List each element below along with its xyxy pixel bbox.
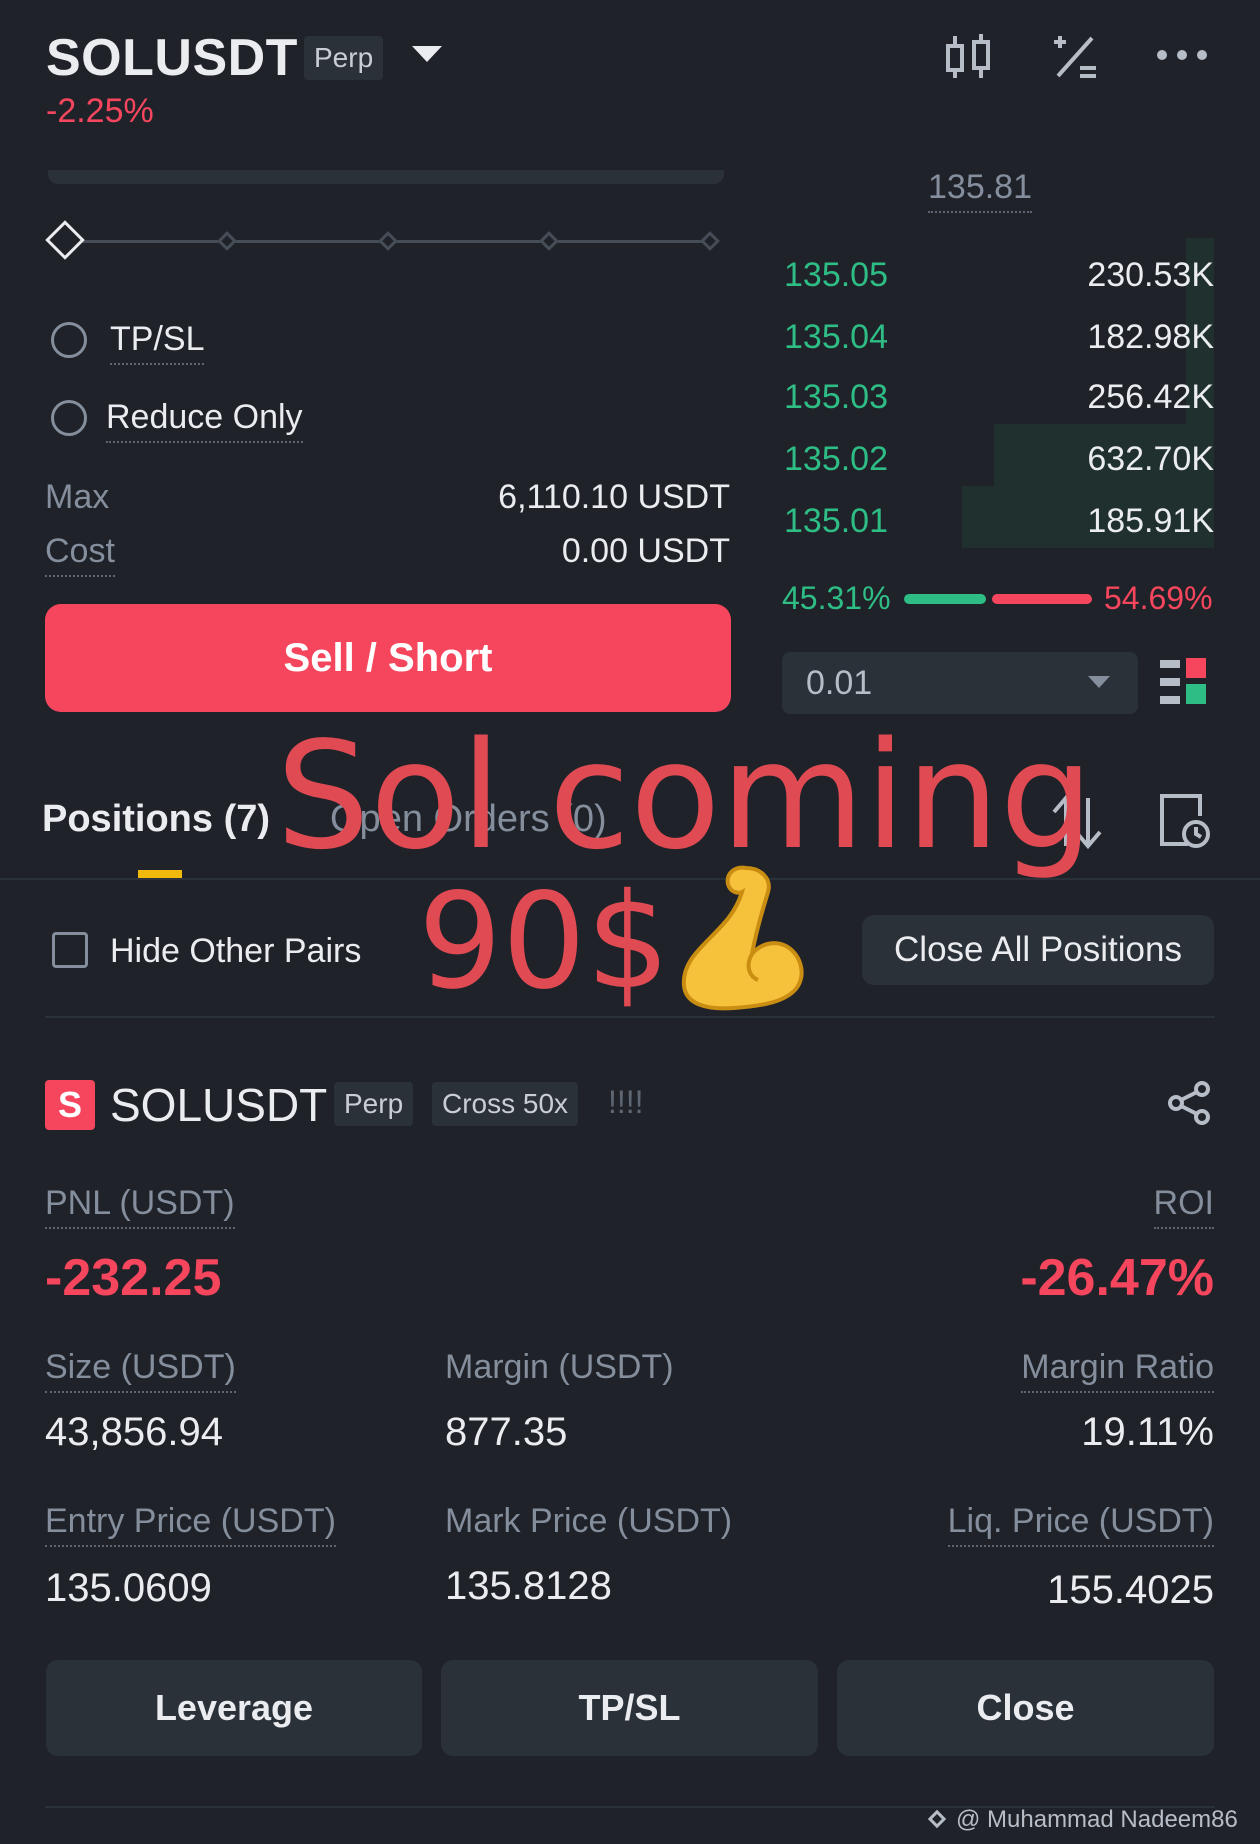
watermark-text: @ Muhammad Nadeem86 bbox=[956, 1806, 1238, 1833]
price-change: -2.25% bbox=[46, 92, 154, 130]
overlay-annotation-line1: Sol coming bbox=[276, 710, 1094, 882]
tpsl-label[interactable]: TP/SL bbox=[110, 320, 205, 365]
roi-label[interactable]: ROI bbox=[1153, 1184, 1214, 1229]
active-tab-indicator bbox=[138, 870, 182, 878]
tpsl-radio[interactable] bbox=[51, 322, 87, 358]
short-side-badge: S bbox=[45, 1080, 95, 1130]
liq-price-label[interactable]: Liq. Price (USDT) bbox=[947, 1502, 1214, 1547]
buy-ratio-bar bbox=[904, 594, 986, 604]
ob-price[interactable]: 135.03 bbox=[784, 378, 888, 417]
close-position-button[interactable]: Close bbox=[837, 1660, 1214, 1756]
tab-positions[interactable]: Positions (7) bbox=[42, 798, 270, 841]
cost-label[interactable]: Cost bbox=[45, 532, 115, 577]
tpsl-button[interactable]: TP/SL bbox=[441, 1660, 818, 1756]
quantity-input-edge[interactable] bbox=[48, 170, 724, 184]
contract-type-tag: Perp bbox=[304, 36, 384, 80]
roi-value: -26.47% bbox=[1020, 1249, 1214, 1307]
ob-price[interactable]: 135.04 bbox=[784, 318, 888, 357]
precision-select[interactable]: 0.01 bbox=[782, 652, 1138, 714]
ob-qty: 230.53K bbox=[1087, 256, 1214, 294]
share-icon[interactable] bbox=[1166, 1080, 1212, 1126]
overlay-annotation-line2: 90$ bbox=[418, 865, 670, 1019]
position-symbol[interactable]: SOLUSDT bbox=[110, 1078, 327, 1132]
more-options-icon[interactable] bbox=[1156, 48, 1208, 62]
orderbook-layout-icon[interactable] bbox=[1160, 658, 1210, 708]
ob-price[interactable]: 135.01 bbox=[784, 502, 888, 541]
max-label: Max bbox=[45, 478, 110, 516]
mark-price-label: Mark Price (USDT) bbox=[445, 1502, 733, 1540]
slider-step-75[interactable] bbox=[539, 231, 559, 251]
ob-price[interactable]: 135.02 bbox=[784, 440, 888, 479]
pnl-label[interactable]: PNL (USDT) bbox=[45, 1184, 235, 1229]
last-price[interactable]: 135.81 bbox=[928, 168, 1032, 213]
pnl-value: -232.25 bbox=[45, 1249, 222, 1307]
buy-ratio: 45.31% bbox=[782, 580, 891, 616]
entry-price-label[interactable]: Entry Price (USDT) bbox=[45, 1502, 336, 1547]
close-all-positions-button[interactable]: Close All Positions bbox=[862, 915, 1214, 985]
sell-ratio-bar bbox=[992, 594, 1092, 604]
ob-qty: 185.91K bbox=[1087, 502, 1214, 540]
reduce-only-label[interactable]: Reduce Only bbox=[106, 398, 303, 443]
margin-ratio-value: 19.11% bbox=[1081, 1410, 1214, 1454]
order-book: 135.05 230.53K 135.04 182.98K 135.03 256… bbox=[782, 238, 1214, 548]
position-type-tag: Perp bbox=[334, 1082, 414, 1126]
ob-qty: 632.70K bbox=[1087, 440, 1214, 478]
margin-value: 877.35 bbox=[445, 1410, 568, 1454]
liq-price-value: 155.4025 bbox=[1047, 1568, 1214, 1612]
history-icon[interactable] bbox=[1158, 792, 1212, 850]
slider-step-100[interactable] bbox=[700, 231, 720, 251]
chevron-down-icon[interactable] bbox=[412, 46, 442, 64]
sell-ratio: 54.69% bbox=[1104, 580, 1213, 616]
calculator-icon[interactable] bbox=[1050, 32, 1100, 82]
slider-step-50[interactable] bbox=[378, 231, 398, 251]
candlestick-chart-icon[interactable] bbox=[944, 32, 994, 82]
ob-qty: 182.98K bbox=[1087, 318, 1214, 356]
margin-mode-tag[interactable]: Cross 50x bbox=[432, 1082, 579, 1126]
chevron-down-icon bbox=[1088, 676, 1110, 688]
size-label[interactable]: Size (USDT) bbox=[45, 1348, 236, 1393]
sell-short-button[interactable]: Sell / Short bbox=[45, 604, 731, 712]
precision-value: 0.01 bbox=[806, 664, 873, 702]
mark-price-value: 135.8128 bbox=[445, 1564, 612, 1608]
symbol-title[interactable]: SOLUSDT bbox=[46, 28, 298, 88]
hide-other-pairs-checkbox[interactable] bbox=[52, 932, 88, 968]
hide-other-pairs-label[interactable]: Hide Other Pairs bbox=[110, 932, 361, 971]
leverage-button[interactable]: Leverage bbox=[46, 1660, 422, 1756]
max-value: 6,110.10 USDT bbox=[498, 478, 730, 516]
entry-price-value: 135.0609 bbox=[45, 1566, 212, 1610]
cost-value: 0.00 USDT bbox=[561, 532, 730, 570]
ob-price[interactable]: 135.05 bbox=[784, 256, 888, 295]
flexed-biceps-icon bbox=[681, 865, 804, 1011]
margin-label: Margin (USDT) bbox=[445, 1348, 674, 1386]
margin-ratio-label[interactable]: Margin Ratio bbox=[1021, 1348, 1214, 1393]
risk-indicator: !!!! bbox=[608, 1084, 644, 1120]
ob-qty: 256.42K bbox=[1087, 378, 1214, 416]
slider-step-25[interactable] bbox=[217, 231, 237, 251]
reduce-only-radio[interactable] bbox=[51, 400, 87, 436]
size-value: 43,856.94 bbox=[45, 1410, 223, 1454]
binance-logo-icon bbox=[927, 1809, 947, 1829]
slider-handle[interactable] bbox=[45, 220, 85, 260]
leverage-slider[interactable] bbox=[45, 220, 725, 262]
